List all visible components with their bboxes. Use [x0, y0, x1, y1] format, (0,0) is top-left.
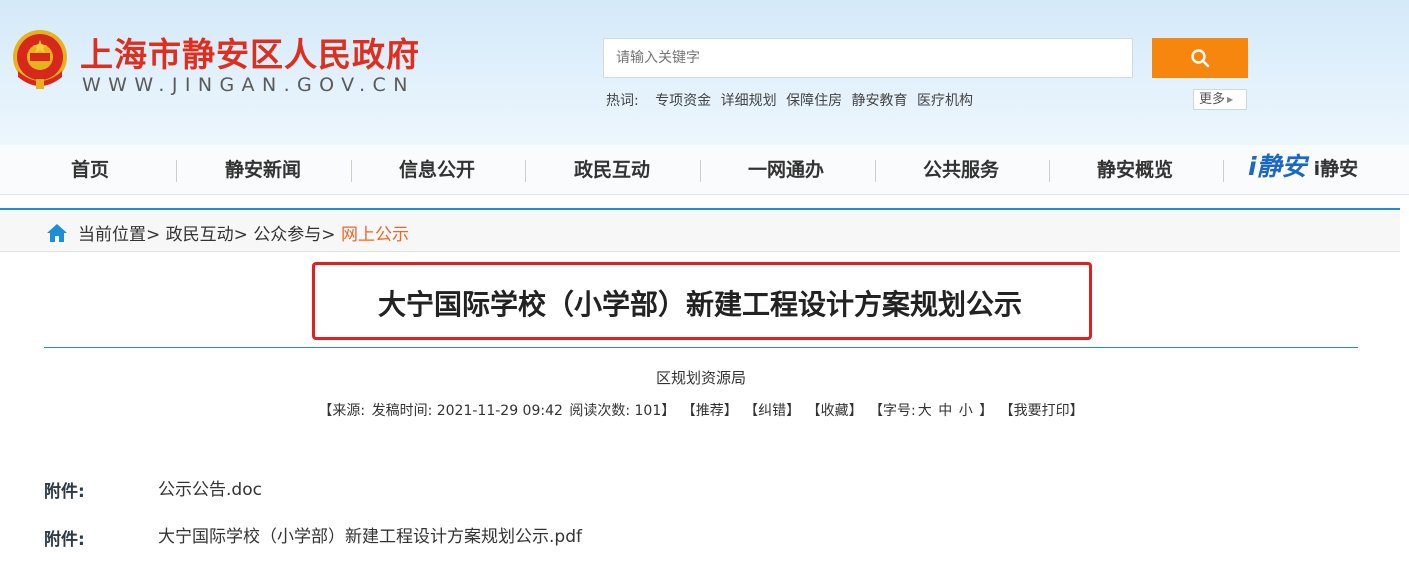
nav-divider	[700, 160, 701, 182]
hotword-link[interactable]: 保障住房	[786, 93, 842, 109]
breadcrumb-current[interactable]: 网上公示	[341, 225, 409, 245]
hotwords: 热词: 专项资金 详细规划 保障住房 静安教育 医疗机构	[606, 90, 978, 110]
hotword-link[interactable]: 医疗机构	[917, 93, 973, 109]
source-label: 【来源:	[318, 403, 366, 419]
main-nav: 首页 静安新闻 信息公开 政民互动 一网通办 公共服务 静安概览	[0, 145, 1409, 195]
article-meta: 【来源: 发稿时间: 2021-11-29 09:42 阅读次数: 101】 【…	[0, 400, 1402, 420]
fontsize-close: 】	[979, 403, 994, 419]
nav-item-interaction[interactable]: 政民互动	[542, 145, 682, 195]
nav-item-overview[interactable]: 静安概览	[1065, 145, 1205, 195]
page-title: 大宁国际学校（小学部）新建工程设计方案规划公示	[377, 288, 1022, 321]
ijingan-text: i静安	[1313, 158, 1359, 180]
site-name: 上海市静安区人民政府	[80, 35, 420, 74]
site-url: WWW.JINGAN.GOV.CN	[82, 74, 415, 96]
hotword-link[interactable]: 详细规划	[721, 93, 777, 109]
attachment-label: 附件:	[44, 530, 85, 550]
publisher: 区规划资源局	[655, 369, 746, 387]
home-icon	[47, 224, 67, 242]
nav-divider	[176, 160, 177, 182]
breadcrumb-prefix: 当前位置>	[78, 225, 161, 245]
view-count: 阅读次数: 101】	[569, 403, 676, 419]
search-button[interactable]	[1152, 38, 1248, 78]
nav-item-home[interactable]: 首页	[40, 145, 140, 195]
attachment-link-doc[interactable]: 公示公告.doc	[158, 475, 262, 500]
more-hotwords-button[interactable]: 更多 ▶	[1193, 89, 1247, 110]
nav-divider	[525, 160, 526, 182]
chevron-right-icon: ▶	[1227, 95, 1234, 104]
fontsize-label: 【字号:	[869, 403, 916, 419]
font-small-link[interactable]: 小	[959, 403, 973, 419]
nav-item-one-stop[interactable]: 一网通办	[716, 145, 856, 195]
favorite-link[interactable]: 【收藏】	[807, 403, 863, 419]
breadcrumb-link[interactable]: 公众参与>	[253, 225, 335, 245]
ijingan-logo: i静安	[1248, 152, 1307, 181]
nav-item-info-disclosure[interactable]: 信息公开	[367, 145, 507, 195]
hotword-link[interactable]: 静安教育	[852, 93, 908, 109]
recommend-link[interactable]: 【推荐】	[682, 403, 738, 419]
title-divider	[44, 347, 1358, 348]
print-link[interactable]: 【我要打印】	[1000, 403, 1084, 419]
nav-item-news[interactable]: 静安新闻	[193, 145, 333, 195]
site-header: 上海市静安区人民政府 WWW.JINGAN.GOV.CN 热词: 专项资金 详细…	[0, 0, 1409, 145]
attachment-link-pdf[interactable]: 大宁国际学校（小学部）新建工程设计方案规划公示.pdf	[158, 522, 582, 547]
nav-item-public-service[interactable]: 公共服务	[891, 145, 1031, 195]
search-icon	[1191, 49, 1210, 68]
font-large-link[interactable]: 大	[918, 403, 932, 419]
nav-divider	[875, 160, 876, 182]
nav-divider	[351, 160, 352, 182]
breadcrumb-link[interactable]: 政民互动>	[166, 225, 248, 245]
ijingan-link[interactable]: i静安 i静安	[1248, 147, 1358, 193]
nav-divider	[1223, 160, 1224, 182]
correct-link[interactable]: 【纠错】	[744, 403, 800, 419]
national-emblem-icon	[13, 30, 67, 89]
nav-divider	[1049, 160, 1050, 182]
breadcrumb-trail: 当前位置> 政民互动> 公众参与> 网上公示	[78, 220, 409, 245]
search-input[interactable]	[603, 38, 1133, 78]
more-label: 更多	[1199, 92, 1226, 107]
font-medium-link[interactable]: 中	[938, 403, 952, 419]
attachment-label: 附件:	[44, 482, 85, 502]
hotword-link[interactable]: 专项资金	[655, 93, 711, 109]
hotwords-label: 热词:	[606, 93, 639, 109]
publish-time: 发稿时间: 2021-11-29 09:42	[371, 403, 563, 419]
breadcrumb: 当前位置> 政民互动> 公众参与> 网上公示	[0, 208, 1400, 252]
